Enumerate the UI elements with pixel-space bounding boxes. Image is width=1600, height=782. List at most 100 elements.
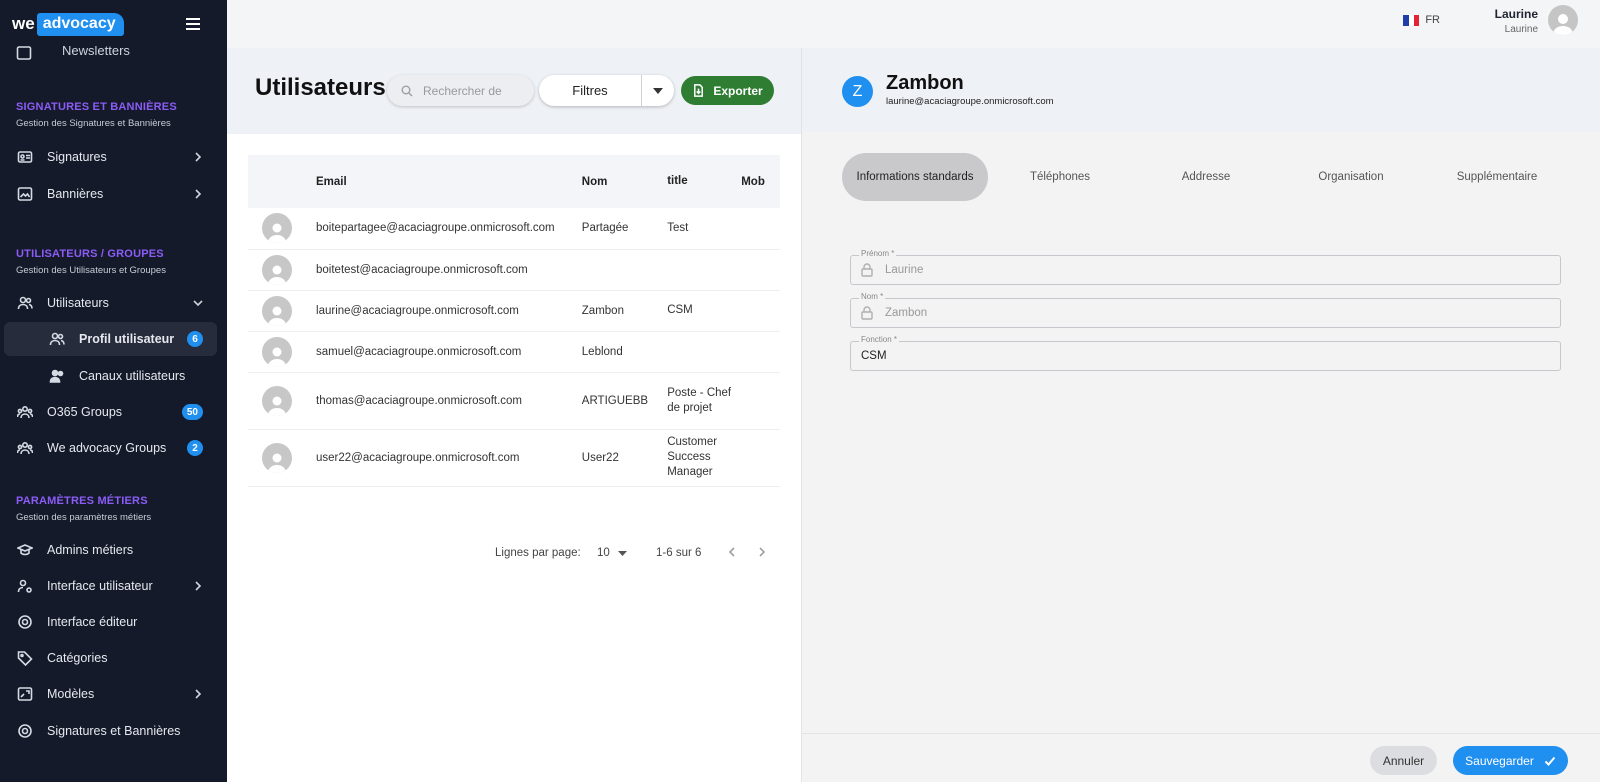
detail-footer: Annuler Sauvegarder (802, 733, 1600, 782)
cell-email: thomas@acaciagroupe.onmicrosoft.com (316, 372, 582, 430)
nom-label: Nom * (859, 292, 886, 302)
lock-icon (861, 263, 873, 277)
table-row[interactable]: boitetest@acaciagroupe.onmicrosoft.com (248, 249, 780, 291)
avatar (262, 213, 292, 244)
cell-nom: Zambon (581, 290, 668, 332)
column-nom[interactable]: Nom (582, 155, 667, 208)
avatar (262, 336, 292, 367)
avatar[interactable] (1548, 5, 1578, 35)
users-icon (49, 331, 65, 347)
sidebar-item-admins-metiers[interactable]: Admins métiers (4, 533, 217, 567)
sidebar-item-signatures-bannieres[interactable]: Signatures et Bannières (4, 714, 217, 748)
sidebar-item-profil-utilisateur[interactable]: Profil utilisateur 6 (4, 322, 217, 356)
sidebar-item-label: Interface utilisateur (47, 579, 153, 593)
sidebar-item-interface-utilisateur[interactable]: Interface utilisateur (4, 569, 217, 603)
user-menu[interactable]: Laurine Laurine (1495, 7, 1538, 35)
person-icon (268, 396, 286, 416)
column-mobile[interactable]: Mob (741, 155, 780, 208)
column-email[interactable]: Email (316, 155, 582, 208)
sidebar-item-o365-groups[interactable]: O365 Groups 50 (4, 395, 217, 429)
tab-addresse[interactable]: Addresse (1133, 153, 1279, 201)
logo-advocacy: advocacy (36, 12, 124, 36)
user-group-icon (49, 368, 65, 384)
chevron-right-icon (193, 151, 203, 162)
fonction-input[interactable] (861, 350, 1461, 362)
cell-email: user22@acaciagroupe.onmicrosoft.com (316, 429, 582, 487)
table-row[interactable]: user22@acaciagroupe.onmicrosoft.com User… (248, 429, 780, 487)
users-table: Email Nom title Mob boitepartagee@acacia… (248, 155, 780, 487)
section-subtitle: Gestion des paramètres métiers (16, 512, 152, 523)
search-icon (401, 85, 413, 96)
export-button[interactable]: Exporter (681, 76, 774, 105)
rows-per-page-value: 10 (597, 547, 610, 559)
users-icon (17, 295, 33, 311)
person-icon (1553, 14, 1573, 35)
fonction-field[interactable]: Fonction * (850, 335, 1561, 371)
table-row[interactable]: boitepartagee@acaciagroupe.onmicrosoft.c… (248, 208, 780, 250)
search-input[interactable] (423, 83, 513, 98)
sidebar-item-canaux-utilisateurs[interactable]: Canaux utilisateurs (4, 359, 217, 393)
chevron-right-icon (193, 580, 203, 591)
section-subtitle: Gestion des Signatures et Bannières (16, 118, 171, 129)
chevron-right-icon (759, 547, 766, 557)
person-icon (268, 306, 286, 326)
caret-down-icon (617, 550, 627, 556)
tab-telephones[interactable]: Téléphones (987, 153, 1133, 201)
fonction-label: Fonction * (859, 335, 900, 345)
sidebar-item-modeles[interactable]: Modèles (4, 677, 217, 711)
cell-title: Test (667, 208, 742, 250)
chevron-down-icon (193, 297, 203, 307)
sidebar-item-label: Admins métiers (47, 543, 134, 557)
tab-informations-standards[interactable]: Informations standards (842, 153, 988, 201)
sidebar-item-label: We advocacy Groups (47, 441, 167, 455)
table-row[interactable]: samuel@acaciagroupe.onmicrosoft.com Lebl… (248, 331, 780, 373)
cell-email: boitepartagee@acaciagroupe.onmicrosoft.c… (316, 208, 582, 250)
avatar (262, 385, 292, 416)
sidebar-item-label: Newsletters (62, 46, 130, 58)
sidebar-item-label: Utilisateurs (47, 296, 109, 310)
menu-icon[interactable] (186, 18, 200, 33)
next-page-button[interactable] (756, 546, 768, 561)
sidebar-item-bannieres[interactable]: Bannières (4, 177, 217, 211)
cell-title: CSM (667, 290, 742, 332)
cell-title: Poste - Chef de projet (667, 372, 742, 430)
table-row[interactable]: laurine@acaciagroupe.onmicrosoft.com Zam… (248, 290, 780, 332)
language-selector[interactable]: FR (1403, 14, 1440, 26)
rows-per-page-label: Lignes par page: (495, 547, 581, 559)
sidebar-item-interface-editeur[interactable]: Interface éditeur (4, 605, 217, 639)
column-title[interactable]: title (667, 155, 741, 208)
sidebar-item-label: Bannières (47, 187, 104, 201)
graduation-cap-icon (17, 542, 33, 558)
sidebar-item-utilisateurs[interactable]: Utilisateurs (4, 286, 217, 320)
export-file-icon (694, 84, 704, 97)
search-box[interactable] (387, 75, 534, 106)
table-row[interactable]: thomas@acaciagroupe.onmicrosoft.com ARTI… (248, 372, 780, 430)
filter-button[interactable]: Filtres (539, 83, 641, 98)
sidebar-item-signatures[interactable]: Signatures (4, 140, 217, 174)
rows-per-page-select[interactable]: 10 (597, 547, 627, 559)
group-icon (17, 440, 33, 456)
language-label: FR (1425, 14, 1440, 26)
sidebar-item-label: Interface éditeur (47, 615, 138, 629)
prev-page-button[interactable] (726, 546, 738, 561)
cancel-button[interactable]: Annuler (1370, 746, 1437, 775)
detail-tabs: Informations standards Téléphones Addres… (842, 153, 1570, 201)
tab-supplementaire[interactable]: Supplémentaire (1424, 153, 1570, 201)
sidebar-item-categories[interactable]: Catégories (4, 641, 217, 675)
tab-organisation[interactable]: Organisation (1278, 153, 1424, 201)
sidebar-item-label: Modèles (47, 687, 95, 701)
sidebar-item-we-advocacy-groups[interactable]: We advocacy Groups 2 (4, 431, 217, 465)
detail-name: Zambon (886, 72, 964, 94)
export-label: Exporter (713, 83, 763, 98)
chevron-left-icon (728, 547, 735, 557)
sidebar-item-newsletters[interactable]: Newsletters (16, 46, 130, 60)
image-icon (17, 186, 33, 202)
filter-dropdown[interactable] (641, 75, 674, 106)
user-settings-icon (17, 578, 33, 594)
section-subtitle: Gestion des Utilisateurs et Groupes (16, 265, 166, 276)
save-button[interactable]: Sauvegarder (1453, 746, 1568, 775)
group-icon (17, 404, 33, 420)
cell-nom: Leblond (581, 331, 668, 373)
lock-icon (861, 306, 873, 320)
page-title: Utilisateurs (255, 74, 386, 101)
